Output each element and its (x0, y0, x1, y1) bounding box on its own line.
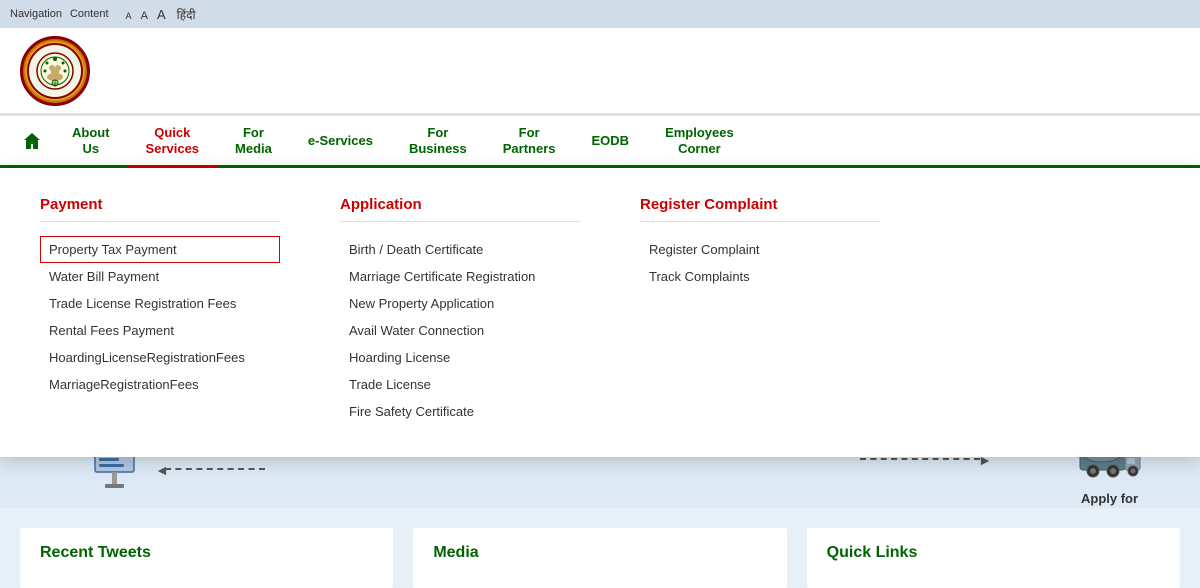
quick-services-dropdown: Payment Property Tax Payment Water Bill … (0, 168, 1200, 457)
dropdown-new-property[interactable]: New Property Application (340, 290, 580, 317)
nav-for-media[interactable]: For Media (217, 116, 290, 168)
media-card[interactable]: Media (413, 528, 786, 588)
navigation-link[interactable]: Navigation (10, 8, 62, 20)
dropdown-marriage-reg-fees[interactable]: MarriageRegistrationFees (40, 371, 280, 398)
dropdown-application-col: Application Birth / Death Certificate Ma… (340, 196, 580, 425)
hindi-link[interactable]: हिंदी (177, 6, 196, 23)
dropdown-birth-death[interactable]: Birth / Death Certificate (340, 236, 580, 263)
content-link[interactable]: Content (70, 8, 109, 20)
dropdown-application-title: Application (340, 196, 580, 222)
apply-hoarding-label: Apply forHoarding License (60, 506, 169, 508)
logo-emblem (27, 43, 83, 99)
logo[interactable] (20, 36, 90, 106)
quick-links-card[interactable]: Quick Links (807, 528, 1180, 588)
font-small-btn[interactable]: A (123, 10, 135, 22)
nav-about[interactable]: About Us (54, 116, 128, 168)
dropdown-complaint-col: Register Complaint Register Complaint Tr… (640, 196, 880, 425)
apply-water-label: Apply forWater Tanker (1069, 491, 1150, 508)
dropdown-trade-license-app[interactable]: Trade License (340, 371, 580, 398)
font-medium-btn[interactable]: A (138, 9, 151, 23)
dropdown-hoarding-license-app[interactable]: Hoarding License (340, 344, 580, 371)
dropdown-track-complaints[interactable]: Track Complaints (640, 263, 880, 290)
dropdown-fire-safety[interactable]: Fire Safety Certificate (340, 398, 580, 425)
nav-for-business[interactable]: For Business (391, 116, 485, 168)
nav-for-partners[interactable]: For Partners (485, 116, 574, 168)
recent-tweets-card[interactable]: Recent Tweets (20, 528, 393, 588)
home-nav-item[interactable] (10, 116, 54, 168)
font-large-btn[interactable]: A (154, 6, 169, 23)
dropdown-hoarding-license-fee[interactable]: HoardingLicenseRegistrationFees (40, 344, 280, 371)
dropdown-marriage-cert[interactable]: Marriage Certificate Registration (340, 263, 580, 290)
dropdown-rental-fees[interactable]: Rental Fees Payment (40, 317, 280, 344)
nav-bar: About Us Quick Services For Media e-Serv… (0, 116, 1200, 168)
dropdown-register-complaint[interactable]: Register Complaint (640, 236, 880, 263)
font-size-group: A A A (123, 7, 169, 22)
top-bar: Navigation Content A A A हिंदी (0, 0, 1200, 28)
dropdown-complaint-title: Register Complaint (640, 196, 880, 222)
nav-quick-services[interactable]: Quick Services (128, 116, 218, 168)
nav-bar-wrapper: About Us Quick Services For Media e-Serv… (0, 116, 1200, 168)
bottom-cards-area: Recent Tweets Media Quick Links (0, 508, 1200, 588)
dashed-arrow-2 (860, 458, 980, 460)
dashed-arrow-1 (165, 468, 265, 470)
nav-employees-corner[interactable]: Employees Corner (647, 116, 752, 168)
dropdown-property-tax[interactable]: Property Tax Payment (40, 236, 280, 263)
dropdown-payment-title: Payment (40, 196, 280, 222)
dropdown-avail-water[interactable]: Avail Water Connection (340, 317, 580, 344)
header (0, 28, 1200, 116)
dropdown-trade-license-fee[interactable]: Trade License Registration Fees (40, 290, 280, 317)
dropdown-payment-col: Payment Property Tax Payment Water Bill … (40, 196, 280, 425)
nav-e-services[interactable]: e-Services (290, 116, 391, 168)
nav-eodb[interactable]: EODB (574, 116, 648, 168)
dropdown-water-bill[interactable]: Water Bill Payment (40, 263, 280, 290)
